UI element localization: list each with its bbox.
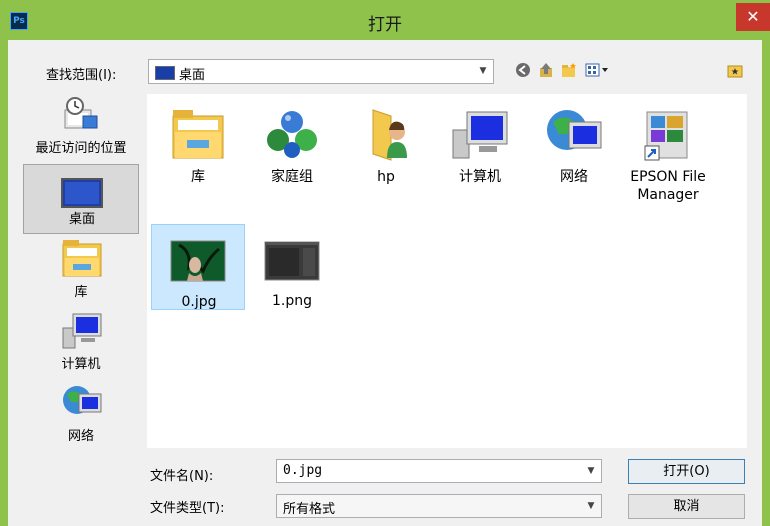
open-button[interactable]: 打开(O)	[628, 459, 745, 484]
file-item-1-png[interactable]: 1.png	[245, 224, 339, 310]
file-type-select[interactable]: 所有格式 ▼	[276, 494, 602, 518]
image-thumbnail-icon	[170, 240, 226, 282]
chevron-down-icon[interactable]: ▼	[585, 500, 597, 512]
look-in-label: 查找范围(I):	[46, 68, 117, 83]
computer-icon	[62, 313, 102, 349]
sidebar-item-computer[interactable]: 计算机	[23, 308, 139, 378]
up-folder-icon[interactable]	[537, 62, 555, 80]
chevron-down-icon[interactable]: ▼	[585, 465, 597, 477]
dialog-client: 查找范围(I): 桌面 ▼ 最近访问的位置 桌面 库 计算机 网络 库 家庭组 …	[8, 40, 762, 526]
desktop-icon	[61, 178, 103, 208]
sidebar-item-recent[interactable]: 最近访问的位置	[23, 92, 139, 162]
recent-places-icon	[64, 97, 98, 129]
sidebar-item-desktop[interactable]: 桌面	[23, 164, 139, 234]
cancel-button[interactable]: 取消	[628, 494, 745, 519]
file-item-hp[interactable]: hp	[339, 100, 433, 186]
folder-star-icon[interactable]	[726, 62, 744, 80]
file-type-value: 所有格式	[283, 502, 336, 517]
file-item-library[interactable]: 库	[151, 100, 245, 186]
new-folder-icon[interactable]	[560, 62, 578, 80]
file-item-epson[interactable]: EPSON File Manager	[621, 100, 715, 210]
computer-icon	[452, 111, 508, 159]
desktop-mini-icon	[155, 66, 175, 80]
close-button[interactable]: ✕	[736, 3, 770, 31]
file-name-combo[interactable]: 0.jpg ▼	[276, 459, 602, 483]
sidebar-item-network[interactable]: 网络	[23, 380, 139, 450]
epson-shortcut-icon	[644, 111, 688, 161]
file-item-label: 网络	[560, 169, 588, 185]
sidebar-item-label: 计算机	[61, 357, 101, 372]
file-item-homegroup[interactable]: 家庭组	[245, 100, 339, 186]
sidebar-item-library[interactable]: 库	[23, 236, 139, 306]
user-folder-icon	[372, 109, 407, 161]
file-list-view[interactable]: 库 家庭组 hp 计算机 网络 EPSON File Manager 0.jpg…	[147, 94, 747, 448]
file-item-label: 库	[191, 169, 205, 185]
file-item-label: EPSON File Manager	[630, 169, 706, 203]
file-item-label: 家庭组	[271, 169, 313, 185]
library-icon	[62, 240, 102, 277]
sidebar-item-label: 最近访问的位置	[35, 141, 127, 156]
look-in-combo[interactable]: 桌面 ▼	[148, 59, 494, 84]
sidebar-item-label: 网络	[67, 429, 94, 444]
dialog-title: 打开	[368, 15, 402, 35]
image-thumbnail-icon	[264, 241, 320, 281]
network-icon	[63, 386, 102, 414]
file-type-label: 文件类型(T):	[150, 501, 225, 516]
file-item-computer[interactable]: 计算机	[433, 100, 527, 186]
file-item-label: hp	[377, 169, 395, 185]
sidebar-item-label: 桌面	[68, 212, 95, 227]
sidebar-item-label: 库	[74, 285, 88, 300]
file-item-network[interactable]: 网络	[527, 100, 621, 186]
places-bar: 最近访问的位置 桌面 库 计算机 网络	[23, 92, 141, 447]
file-name-value: 0.jpg	[283, 463, 323, 478]
open-dialog: Ps 打开 ✕ 查找范围(I): 桌面 ▼ 最近访问的位置 桌面 库 计算机 网…	[0, 0, 770, 526]
back-icon[interactable]	[514, 62, 532, 80]
homegroup-icon	[267, 111, 317, 158]
title-bar[interactable]: Ps 打开 ✕	[0, 0, 770, 40]
chevron-down-icon[interactable]: ▼	[477, 65, 489, 77]
look-in-value: 桌面	[179, 68, 206, 83]
view-menu-icon[interactable]	[584, 62, 612, 80]
file-item-label: 1.png	[271, 293, 312, 309]
file-item-0-jpg[interactable]: 0.jpg	[151, 224, 245, 310]
network-icon	[547, 110, 602, 150]
file-item-label: 计算机	[459, 169, 501, 185]
file-name-label: 文件名(N):	[150, 469, 214, 484]
library-icon	[172, 110, 224, 159]
file-item-label: 0.jpg	[181, 294, 217, 310]
